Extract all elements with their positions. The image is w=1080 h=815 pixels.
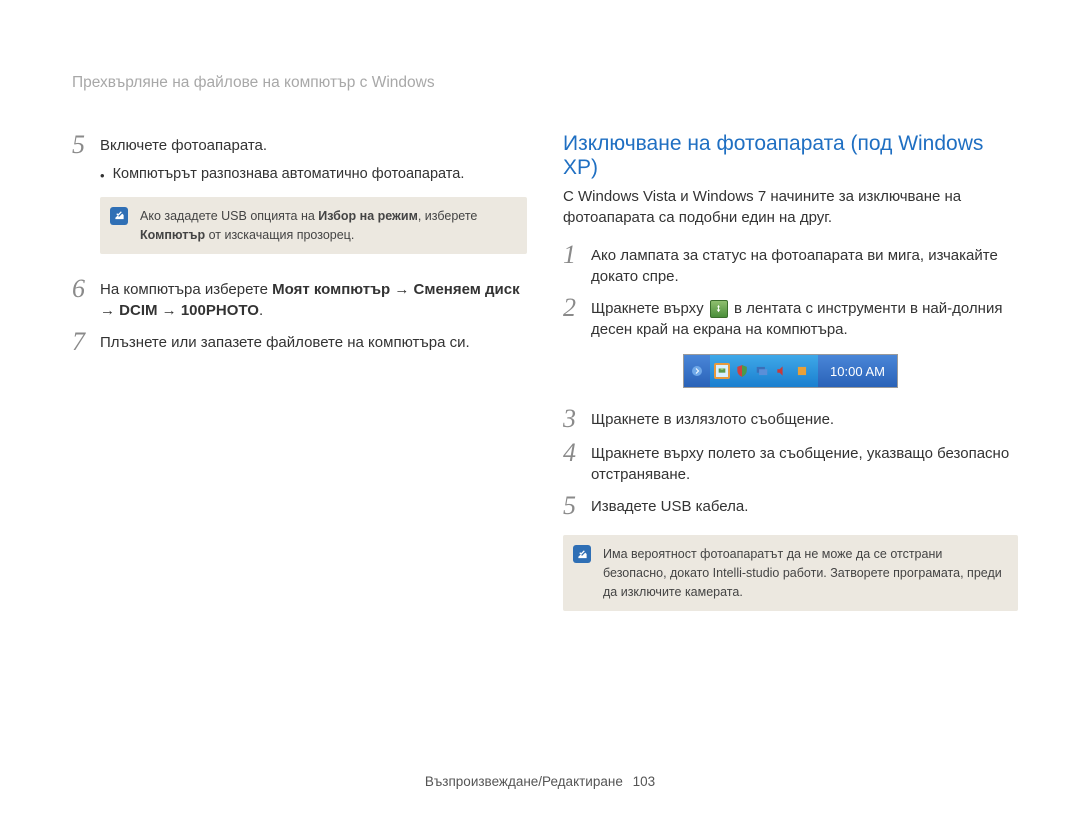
step-text: Плъзнете или запазете файловете на компю… [100,329,527,353]
taskbar-chevron-icon [684,355,710,387]
step-text: Ако лампата за статус на фотоапарата ви … [591,242,1018,287]
step-number: 7 [72,329,100,355]
tray-safely-remove-icon [714,363,730,379]
note-icon [573,545,591,563]
step-5r: 5 Извадете USB кабела. [563,493,1018,519]
step-4: 4 Щракнете върху полето за съобщение, ук… [563,440,1018,485]
step-5: 5 Включете фотоапарата. [72,132,527,158]
step-number: 2 [563,295,591,321]
note-box-usb: Ако зададете USB опцията на Избор на реж… [100,197,527,255]
tray-shield-icon [734,363,750,379]
footer-section: Възпроизвеждане/Редактиране [425,774,623,789]
step-text: Включете фотоапарата. [100,132,527,156]
step-3: 3 Щракнете в излязлото съобщение. [563,406,1018,432]
step-number: 6 [72,276,100,302]
step-text: Щракнете върху полето за съобщение, указ… [591,440,1018,485]
section-title: Изключване на фотоапарата (под Windows X… [563,132,1018,180]
step-number: 5 [563,493,591,519]
left-column: 5 Включете фотоапарата. Компютърът разпо… [72,132,527,633]
tray-volume-icon [774,363,790,379]
tray-display-icon [754,363,770,379]
step-5-bullet: Компютърът разпознава автоматично фотоап… [100,166,527,187]
two-column-layout: 5 Включете фотоапарата. Компютърът разпо… [72,132,1018,633]
step-number: 5 [72,132,100,158]
step-text: Извадете USB кабела. [591,493,1018,517]
step-number: 3 [563,406,591,432]
section-intro: С Windows Vista и Windows 7 начините за … [563,186,1018,228]
note-box-intelli: Има вероятност фотоапаратът да не може д… [563,535,1018,611]
system-tray [710,355,818,387]
step-1: 1 Ако лампата за статус на фотоапарата в… [563,242,1018,287]
step-7: 7 Плъзнете или запазете файловете на ком… [72,329,527,355]
step-number: 4 [563,440,591,466]
taskbar-screenshot: 10:00 AM [563,354,1018,388]
step-2: 2 Щракнете върху в лентата с инструменти… [563,295,1018,340]
page-content: Прехвърляне на файлове на компютър с Win… [0,0,1080,633]
note-icon [110,207,128,225]
step-text: На компютъра изберете Моят компютър → См… [100,276,527,321]
step-6: 6 На компютъра изберете Моят компютър → … [72,276,527,321]
safely-remove-icon [710,300,728,318]
page-header: Прехвърляне на файлове на компютър с Win… [72,74,1018,92]
step-number: 1 [563,242,591,268]
page-footer: Възпроизвеждане/Редактиране 103 [0,774,1080,789]
step-text: Щракнете в излязлото съобщение. [591,406,1018,430]
step-text: Щракнете върху в лентата с инструменти в… [591,295,1018,340]
tray-antivirus-icon [794,363,810,379]
right-column: Изключване на фотоапарата (под Windows X… [563,132,1018,633]
taskbar-clock: 10:00 AM [818,364,897,379]
page-number: 103 [633,774,656,789]
windows-taskbar: 10:00 AM [683,354,898,388]
